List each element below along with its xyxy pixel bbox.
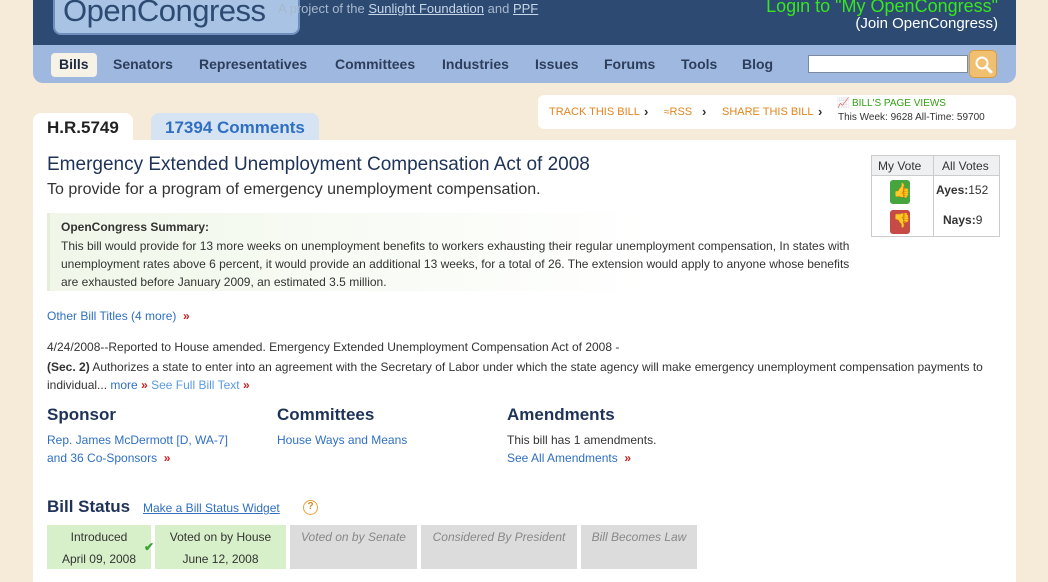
nav-bills[interactable]: Bills (51, 53, 97, 77)
stage-date: June 12, 2008 (182, 552, 259, 566)
opencongress-summary: OpenCongress Summary: This bill would pr… (47, 213, 849, 291)
help-icon[interactable]: ? (303, 500, 318, 515)
status-stage-president: Considered By President (421, 525, 577, 569)
rss-link[interactable]: ≈RSS (664, 106, 692, 118)
status-stage-house: Voted on by House June 12, 2008 (155, 525, 286, 569)
main-nav: Bills Senators Representatives Committee… (33, 45, 1016, 83)
track-bar: TRACK THIS BILL › ≈RSS › SHARE THIS BILL… (538, 95, 1016, 129)
chart-icon: 📈 (837, 98, 850, 109)
site-logo[interactable]: OpenCongress (53, 0, 300, 35)
summary-text: This bill would provide for 13 more week… (61, 239, 850, 289)
stage-date: April 09, 2008 (61, 552, 137, 566)
chevron-right-icon: › (702, 104, 707, 119)
amendments-count: This bill has 1 amendments. (507, 433, 657, 447)
cosponsors-label: and 36 Co-Sponsors (47, 451, 158, 465)
tagline-and: and (487, 1, 510, 16)
bill-status-heading: Bill Status (47, 497, 131, 516)
tagline: A project of the Sunlight Foundation and… (278, 1, 538, 16)
check-icon: ✔ (143, 540, 154, 554)
vote-divider (933, 156, 934, 236)
nays-value: 9 (975, 213, 983, 227)
stage-label: Voted on by Senate (301, 530, 406, 544)
status-stage-law: Bill Becomes Law (581, 525, 697, 569)
page-views-title[interactable]: BILL'S PAGE VIEWS (852, 98, 946, 109)
sec-label: (Sec. 2) (47, 360, 90, 374)
join-link[interactable]: (Join OpenCongress) (855, 15, 998, 32)
nav-senators[interactable]: Senators (105, 53, 181, 77)
bill-excerpt: (Sec. 2) Authorizes a state to enter int… (47, 358, 987, 394)
vote-aye-button[interactable]: 👍 (890, 180, 910, 204)
rss-label: RSS (669, 106, 693, 118)
nav-committees[interactable]: Committees (327, 53, 423, 77)
all-votes-label: All Votes (942, 159, 989, 173)
vote-header: My Vote All Votes (872, 156, 999, 176)
committees-heading: Committees (277, 405, 375, 424)
cosponsors-link[interactable]: and 36 Co-Sponsors » (47, 451, 170, 465)
other-bill-titles-label: Other Bill Titles (4 more) (47, 309, 177, 323)
nav-blog[interactable]: Blog (734, 53, 781, 77)
site-header: OpenCongress A project of the Sunlight F… (33, 0, 1016, 45)
search-button[interactable] (969, 50, 997, 78)
search-input[interactable] (808, 55, 968, 73)
sunlight-foundation-link[interactable]: Sunlight Foundation (368, 1, 484, 16)
thumbs-down-icon: 👎 (893, 212, 911, 228)
status-stage-introduced: Introduced April 09, 2008 ✔ (47, 525, 154, 569)
double-chevron-icon: » (242, 378, 250, 392)
ppf-link[interactable]: PPF (513, 1, 538, 16)
my-vote-label: My Vote (878, 159, 922, 173)
stage-label: Considered By President (432, 530, 566, 544)
double-chevron-icon: » (621, 451, 632, 465)
amendments-heading: Amendments (507, 405, 615, 424)
stage-label: Introduced (70, 530, 128, 544)
nays-label: Nays: (943, 213, 976, 227)
double-chevron-icon: » (141, 378, 148, 392)
latest-action: 4/24/2008--Reported to House amended. Em… (47, 340, 620, 354)
tagline-prefix: A project of the (278, 1, 365, 16)
double-chevron-icon: » (160, 451, 171, 465)
bill-status-widget-link[interactable]: Make a Bill Status Widget (143, 501, 280, 515)
nav-representatives[interactable]: Representatives (191, 53, 315, 77)
ayes-count: Ayes:152 (936, 183, 988, 197)
all-amendments-label: See All Amendments (507, 451, 618, 465)
nav-tools[interactable]: Tools (673, 53, 725, 77)
stage-label: Bill Becomes Law (591, 530, 687, 544)
bill-main-panel: Emergency Extended Unemployment Compensa… (33, 140, 1016, 582)
stage-label: Voted on by House (169, 530, 272, 544)
nav-issues[interactable]: Issues (527, 53, 587, 77)
tab-comments[interactable]: 17394 Comments (151, 113, 319, 143)
share-bill-link[interactable]: SHARE THIS BILL (722, 106, 814, 118)
page-views-stats: This Week: 9628 All-Time: 59700 (838, 112, 985, 123)
summary-title: OpenCongress Summary: (61, 220, 210, 234)
vote-box: My Vote All Votes 👍 👎 Ayes:152 Nays:9 (871, 155, 1000, 237)
chevron-right-icon: › (818, 104, 823, 119)
ayes-value: 152 (968, 183, 989, 197)
track-bill-link[interactable]: TRACK THIS BILL (549, 106, 640, 118)
sponsor-link[interactable]: Rep. James McDermott [D, WA-7] (47, 433, 228, 447)
vote-nay-button[interactable]: 👎 (890, 210, 910, 234)
double-chevron-icon: » (179, 309, 190, 323)
nav-forums[interactable]: Forums (596, 53, 663, 77)
other-bill-titles[interactable]: Other Bill Titles (4 more) » (47, 309, 190, 323)
search-icon (975, 56, 993, 74)
logo-text: OpenCongress (63, 0, 266, 28)
status-stage-senate: Voted on by Senate (290, 525, 417, 569)
all-amendments-link[interactable]: See All Amendments » (507, 451, 631, 465)
sponsor-heading: Sponsor (47, 405, 116, 424)
chevron-right-icon: › (644, 104, 649, 119)
ayes-label: Ayes: (936, 183, 969, 197)
thumbs-up-icon: 👍 (893, 182, 911, 198)
nays-count: Nays:9 (943, 213, 982, 227)
more-link[interactable]: more (110, 378, 137, 392)
bill-subtitle: To provide for a program of emergency un… (47, 181, 541, 198)
full-bill-text-link[interactable]: See Full Bill Text (151, 378, 239, 392)
tab-bill[interactable]: H.R.5749 (33, 113, 133, 143)
bill-title: Emergency Extended Unemployment Compensa… (47, 154, 590, 175)
nav-industries[interactable]: Industries (434, 53, 517, 77)
committee-link[interactable]: House Ways and Means (277, 433, 407, 447)
